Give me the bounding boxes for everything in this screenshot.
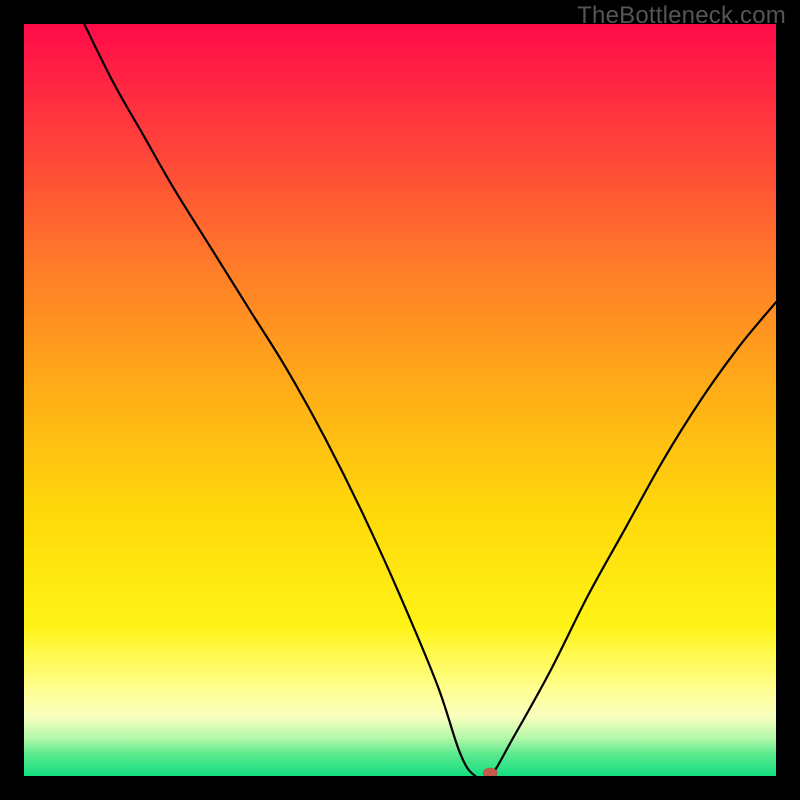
curve-svg bbox=[24, 24, 776, 776]
chart-frame: TheBottleneck.com bbox=[0, 0, 800, 800]
plot-area bbox=[24, 24, 776, 776]
optimal-point-marker bbox=[483, 768, 497, 776]
watermark-text: TheBottleneck.com bbox=[577, 2, 786, 30]
bottleneck-curve-path bbox=[84, 24, 776, 776]
